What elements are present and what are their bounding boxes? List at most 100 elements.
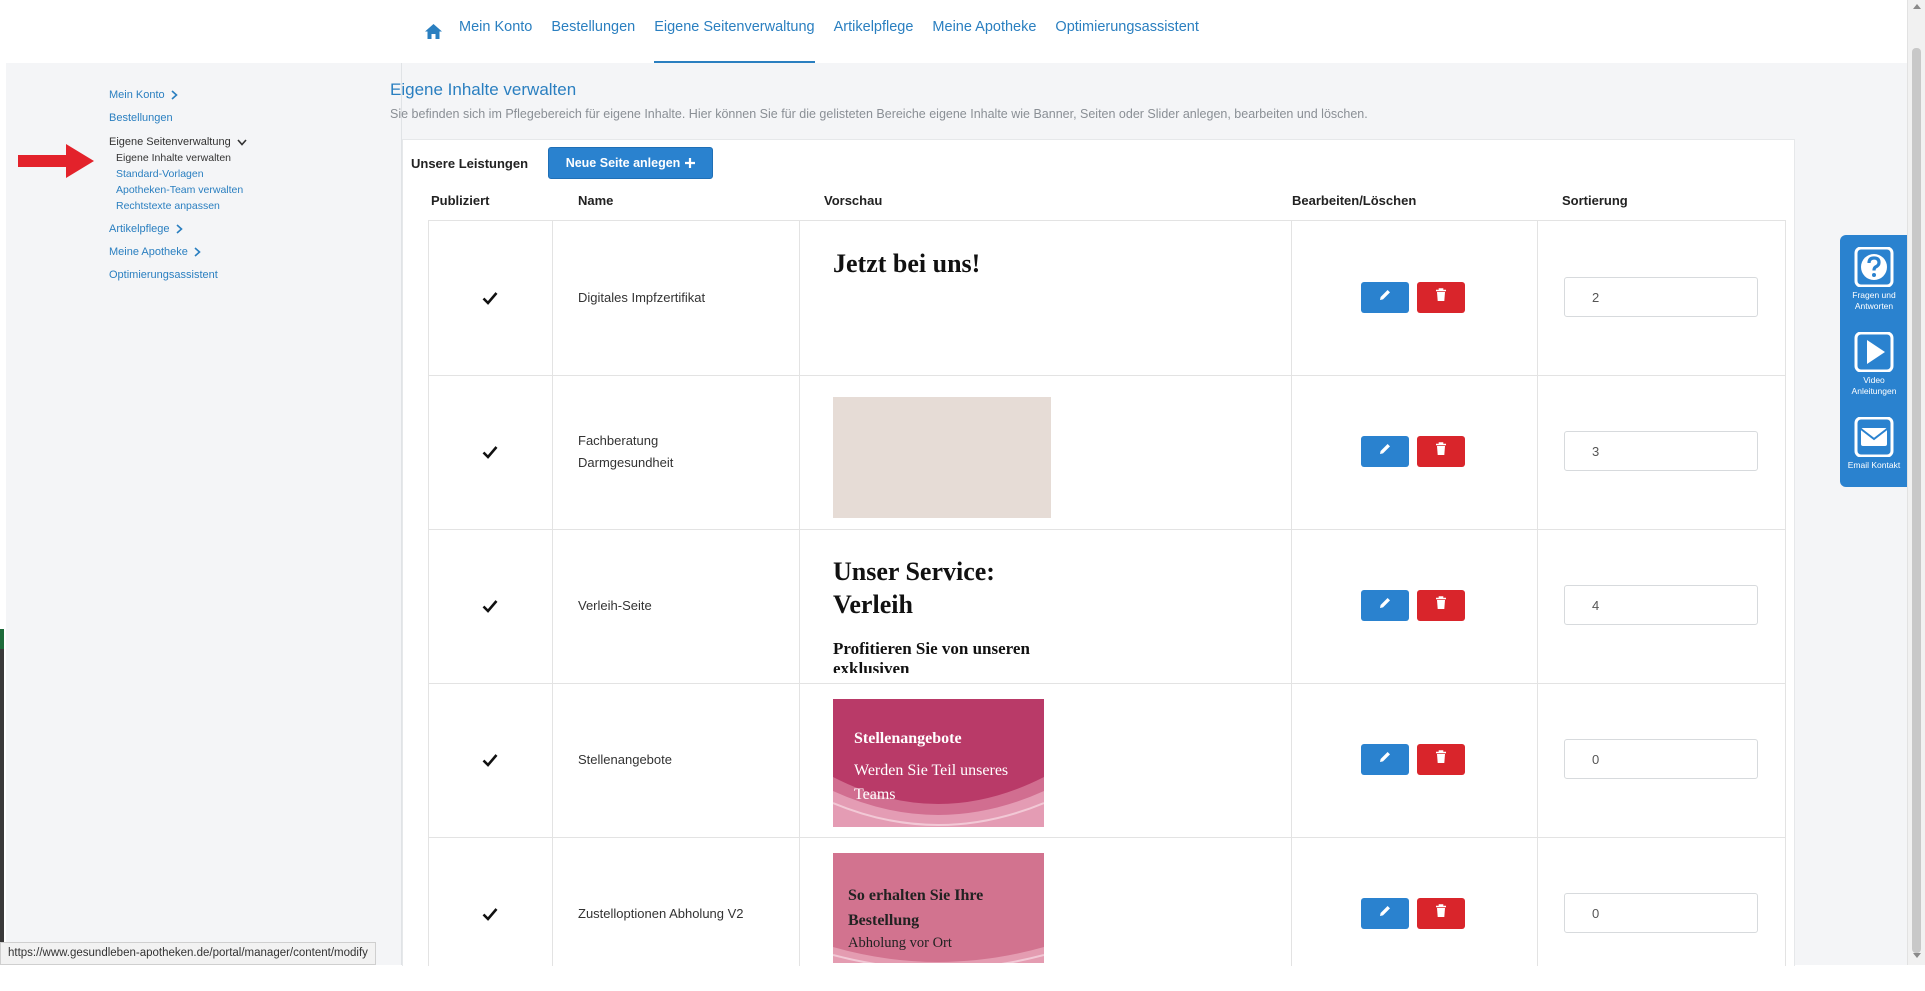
delete-button[interactable] — [1417, 436, 1465, 467]
left-edge-green-block — [0, 629, 4, 649]
help-faq-button[interactable]: Fragen und Antworten — [1840, 247, 1908, 312]
pencil-icon — [1378, 596, 1392, 615]
preview-title: Jetzt bei uns! — [833, 249, 981, 278]
help-email-button[interactable]: Email Kontakt — [1840, 417, 1908, 471]
nav-bestellungen[interactable]: Bestellungen — [551, 0, 635, 63]
header-edit-delete: Bearbeiten/Löschen — [1292, 193, 1417, 208]
sidebar-item-bestellungen[interactable]: Bestellungen — [109, 112, 173, 124]
check-icon — [482, 753, 498, 767]
sidebar-item-eigene-seitenverwaltung[interactable]: Eigene Seitenverwaltung — [109, 136, 247, 148]
page-scrollbar[interactable] — [1907, 0, 1925, 965]
edit-button[interactable] — [1361, 590, 1409, 621]
sort-input[interactable] — [1564, 277, 1758, 317]
row-name: Fachberatung Darmgesundheit — [578, 430, 673, 474]
nav-eigene-seitenverwaltung[interactable]: Eigene Seitenverwaltung — [654, 0, 815, 63]
sidebar-subitem-apotheken-team[interactable]: Apotheken-Team verwalten — [116, 184, 243, 196]
trash-icon — [1435, 442, 1447, 461]
nav-artikelpflege[interactable]: Artikelpflege — [834, 0, 914, 63]
row-name-line: Darmgesundheit — [578, 455, 674, 470]
pencil-icon — [1378, 442, 1392, 461]
sidebar-item-artikelpflege[interactable]: Artikelpflege — [109, 223, 183, 235]
sort-input[interactable] — [1564, 893, 1758, 933]
sidebar-item-optimierungsassistent[interactable]: Optimierungsassistent — [109, 269, 218, 281]
table-row: Verleih-Seite Unser Service: Verleih Pro… — [429, 529, 1785, 684]
preview-title: Stellenangebote — [854, 730, 962, 747]
chevron-right-icon — [194, 247, 201, 257]
delete-button[interactable] — [1417, 282, 1465, 313]
sort-input[interactable] — [1564, 431, 1758, 471]
help-email-label: Email Kontakt — [1847, 460, 1901, 470]
check-icon — [482, 445, 498, 459]
help-video-label: Video Anleitungen — [1851, 375, 1897, 396]
edit-button[interactable] — [1361, 898, 1409, 929]
sidebar-item-meine-apotheke[interactable]: Meine Apotheke — [109, 246, 201, 258]
table-row: Stellenangebote Stellenangebote Werden S… — [429, 683, 1785, 838]
table-row: Fachberatung Darmgesundheit — [429, 375, 1785, 530]
trash-icon — [1435, 596, 1447, 615]
edit-button[interactable] — [1361, 282, 1409, 313]
header-preview: Vorschau — [824, 193, 883, 208]
scrollbar-thumb[interactable] — [1912, 48, 1921, 953]
header-sort: Sortierung — [1562, 193, 1628, 208]
left-edge-dark-block — [0, 649, 4, 965]
sort-input[interactable] — [1564, 739, 1758, 779]
preview-thumbnail[interactable]: So erhalten Sie Ihre Bestellung Abholung… — [833, 853, 1044, 963]
scroll-down-icon[interactable] — [1913, 953, 1921, 958]
preview-thumbnail[interactable]: Unser Service: Verleih Profitieren Sie v… — [833, 555, 1093, 673]
row-name: Verleih-Seite — [578, 598, 652, 613]
check-icon — [482, 599, 498, 613]
play-icon — [1854, 332, 1894, 372]
nav-mein-konto[interactable]: Mein Konto — [459, 0, 532, 63]
trash-icon — [1435, 904, 1447, 923]
red-arrow-icon — [16, 141, 96, 186]
header-published: Publiziert — [431, 193, 490, 208]
preview-title: Unser Service: — [833, 557, 995, 586]
sidebar-subitem-eigene-inhalte[interactable]: Eigene Inhalte verwalten — [116, 152, 231, 164]
nav-optimierungsassistent[interactable]: Optimierungsassistent — [1055, 0, 1198, 63]
sort-input[interactable] — [1564, 585, 1758, 625]
top-nav-items: Mein Konto Bestellungen Eigene Seitenver… — [425, 0, 1218, 63]
row-name: Stellenangebote — [578, 752, 672, 767]
preview-text: Abholung vor Ort — [848, 935, 952, 951]
question-icon — [1854, 247, 1894, 287]
help-video-button[interactable]: Video Anleitungen — [1840, 332, 1908, 397]
edit-button[interactable] — [1361, 744, 1409, 775]
row-name: Digitales Impfzertifikat — [578, 290, 706, 305]
help-faq-label: Fragen und Antworten — [1852, 290, 1896, 311]
sidebar-item-label: Artikelpflege — [109, 223, 170, 235]
page-title: Eigene Inhalte verwalten — [390, 80, 577, 99]
row-name-line: Fachberatung — [578, 433, 659, 448]
nav-meine-apotheke[interactable]: Meine Apotheke — [932, 0, 1036, 63]
header-name: Name — [578, 193, 614, 208]
page-description: Sie befinden sich im Pflegebereich für e… — [390, 107, 1368, 121]
delete-button[interactable] — [1417, 898, 1465, 929]
preview-text: Werden Sie Teil unseres Teams — [854, 762, 1009, 803]
table-row: Digitales Impfzertifikat Jetzt bei uns! — [429, 221, 1785, 376]
preview-thumbnail[interactable]: Jetzt bei uns! — [833, 249, 1093, 309]
chevron-right-icon — [176, 224, 183, 234]
pencil-icon — [1378, 750, 1392, 769]
sidebar-item-mein-konto[interactable]: Mein Konto — [109, 89, 178, 101]
help-panel: Fragen und Antworten Video Anleitungen E… — [1840, 235, 1908, 487]
new-page-button[interactable]: Neue Seite anlegen — [548, 147, 713, 179]
status-url: https://www.gesundleben-apotheken.de/por… — [0, 942, 376, 965]
plus-icon — [685, 158, 696, 168]
home-icon[interactable] — [425, 23, 443, 41]
sidebar: Mein Konto Bestellungen Eigene Seitenver… — [6, 63, 402, 965]
new-page-button-label: Neue Seite anlegen — [565, 156, 681, 170]
delete-button[interactable] — [1417, 590, 1465, 621]
preview-thumbnail[interactable] — [833, 397, 1051, 518]
sidebar-subitem-rechtstexte[interactable]: Rechtstexte anpassen — [116, 200, 220, 212]
scroll-up-icon[interactable] — [1913, 4, 1921, 9]
sidebar-item-label: Optimierungsassistent — [109, 269, 218, 281]
pencil-icon — [1378, 288, 1392, 307]
edit-button[interactable] — [1361, 436, 1409, 467]
preview-thumbnail[interactable]: Stellenangebote Werden Sie Teil unseres … — [833, 699, 1044, 827]
section-title: Unsere Leistungen — [411, 156, 529, 171]
trash-icon — [1435, 750, 1447, 769]
delete-button[interactable] — [1417, 744, 1465, 775]
row-name: Zustelloptionen Abholung V2 — [578, 906, 744, 921]
top-navigation: Mein Konto Bestellungen Eigene Seitenver… — [0, 0, 1907, 64]
chevron-right-icon — [171, 90, 178, 100]
sidebar-subitem-standard-vorlagen[interactable]: Standard-Vorlagen — [116, 168, 204, 180]
